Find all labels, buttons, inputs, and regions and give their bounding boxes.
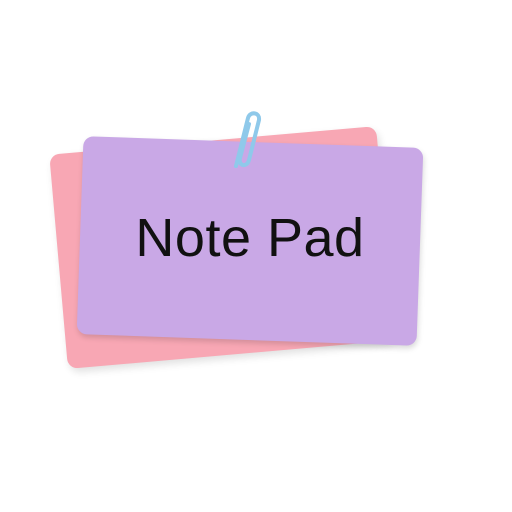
note-pad-graphic: Note Pad (0, 0, 512, 512)
paperclip-icon (234, 111, 262, 168)
